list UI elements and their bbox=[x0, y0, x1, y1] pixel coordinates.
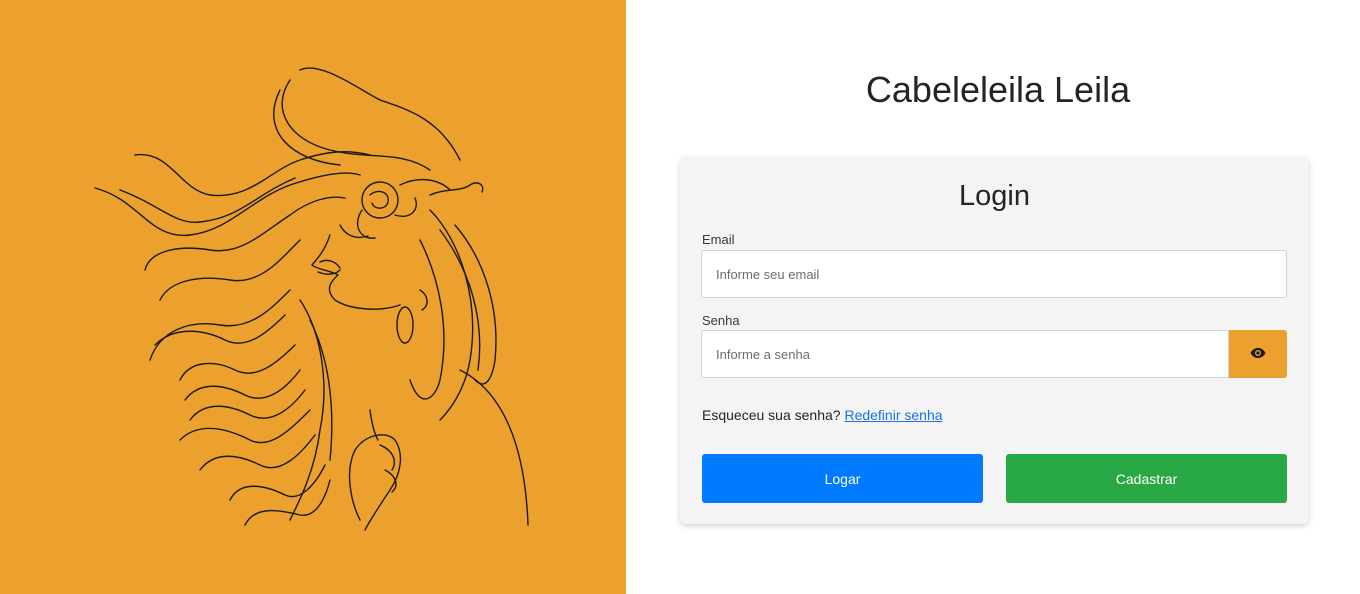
eye-icon bbox=[1250, 347, 1266, 362]
email-label: Email bbox=[702, 232, 735, 247]
register-button[interactable]: Cadastrar bbox=[1006, 454, 1287, 503]
toggle-password-button[interactable] bbox=[1229, 330, 1287, 378]
illustration-panel bbox=[0, 0, 626, 594]
password-input[interactable] bbox=[701, 330, 1229, 378]
password-label: Senha bbox=[702, 313, 740, 328]
email-input[interactable] bbox=[701, 250, 1287, 298]
login-page: Cabeleleila Leila Login Email Senha Esqu… bbox=[0, 0, 1360, 594]
reset-password-link[interactable]: Redefinir senha bbox=[844, 407, 942, 423]
forgot-password-text: Esqueceu sua senha? bbox=[702, 407, 841, 423]
login-title: Login bbox=[959, 180, 1030, 212]
login-button[interactable]: Logar bbox=[702, 454, 983, 503]
woman-hair-illustration bbox=[94, 67, 529, 531]
forgot-password-row: Esqueceu sua senha? Redefinir senha bbox=[702, 406, 943, 424]
app-title: Cabeleleila Leila bbox=[865, 69, 1131, 110]
